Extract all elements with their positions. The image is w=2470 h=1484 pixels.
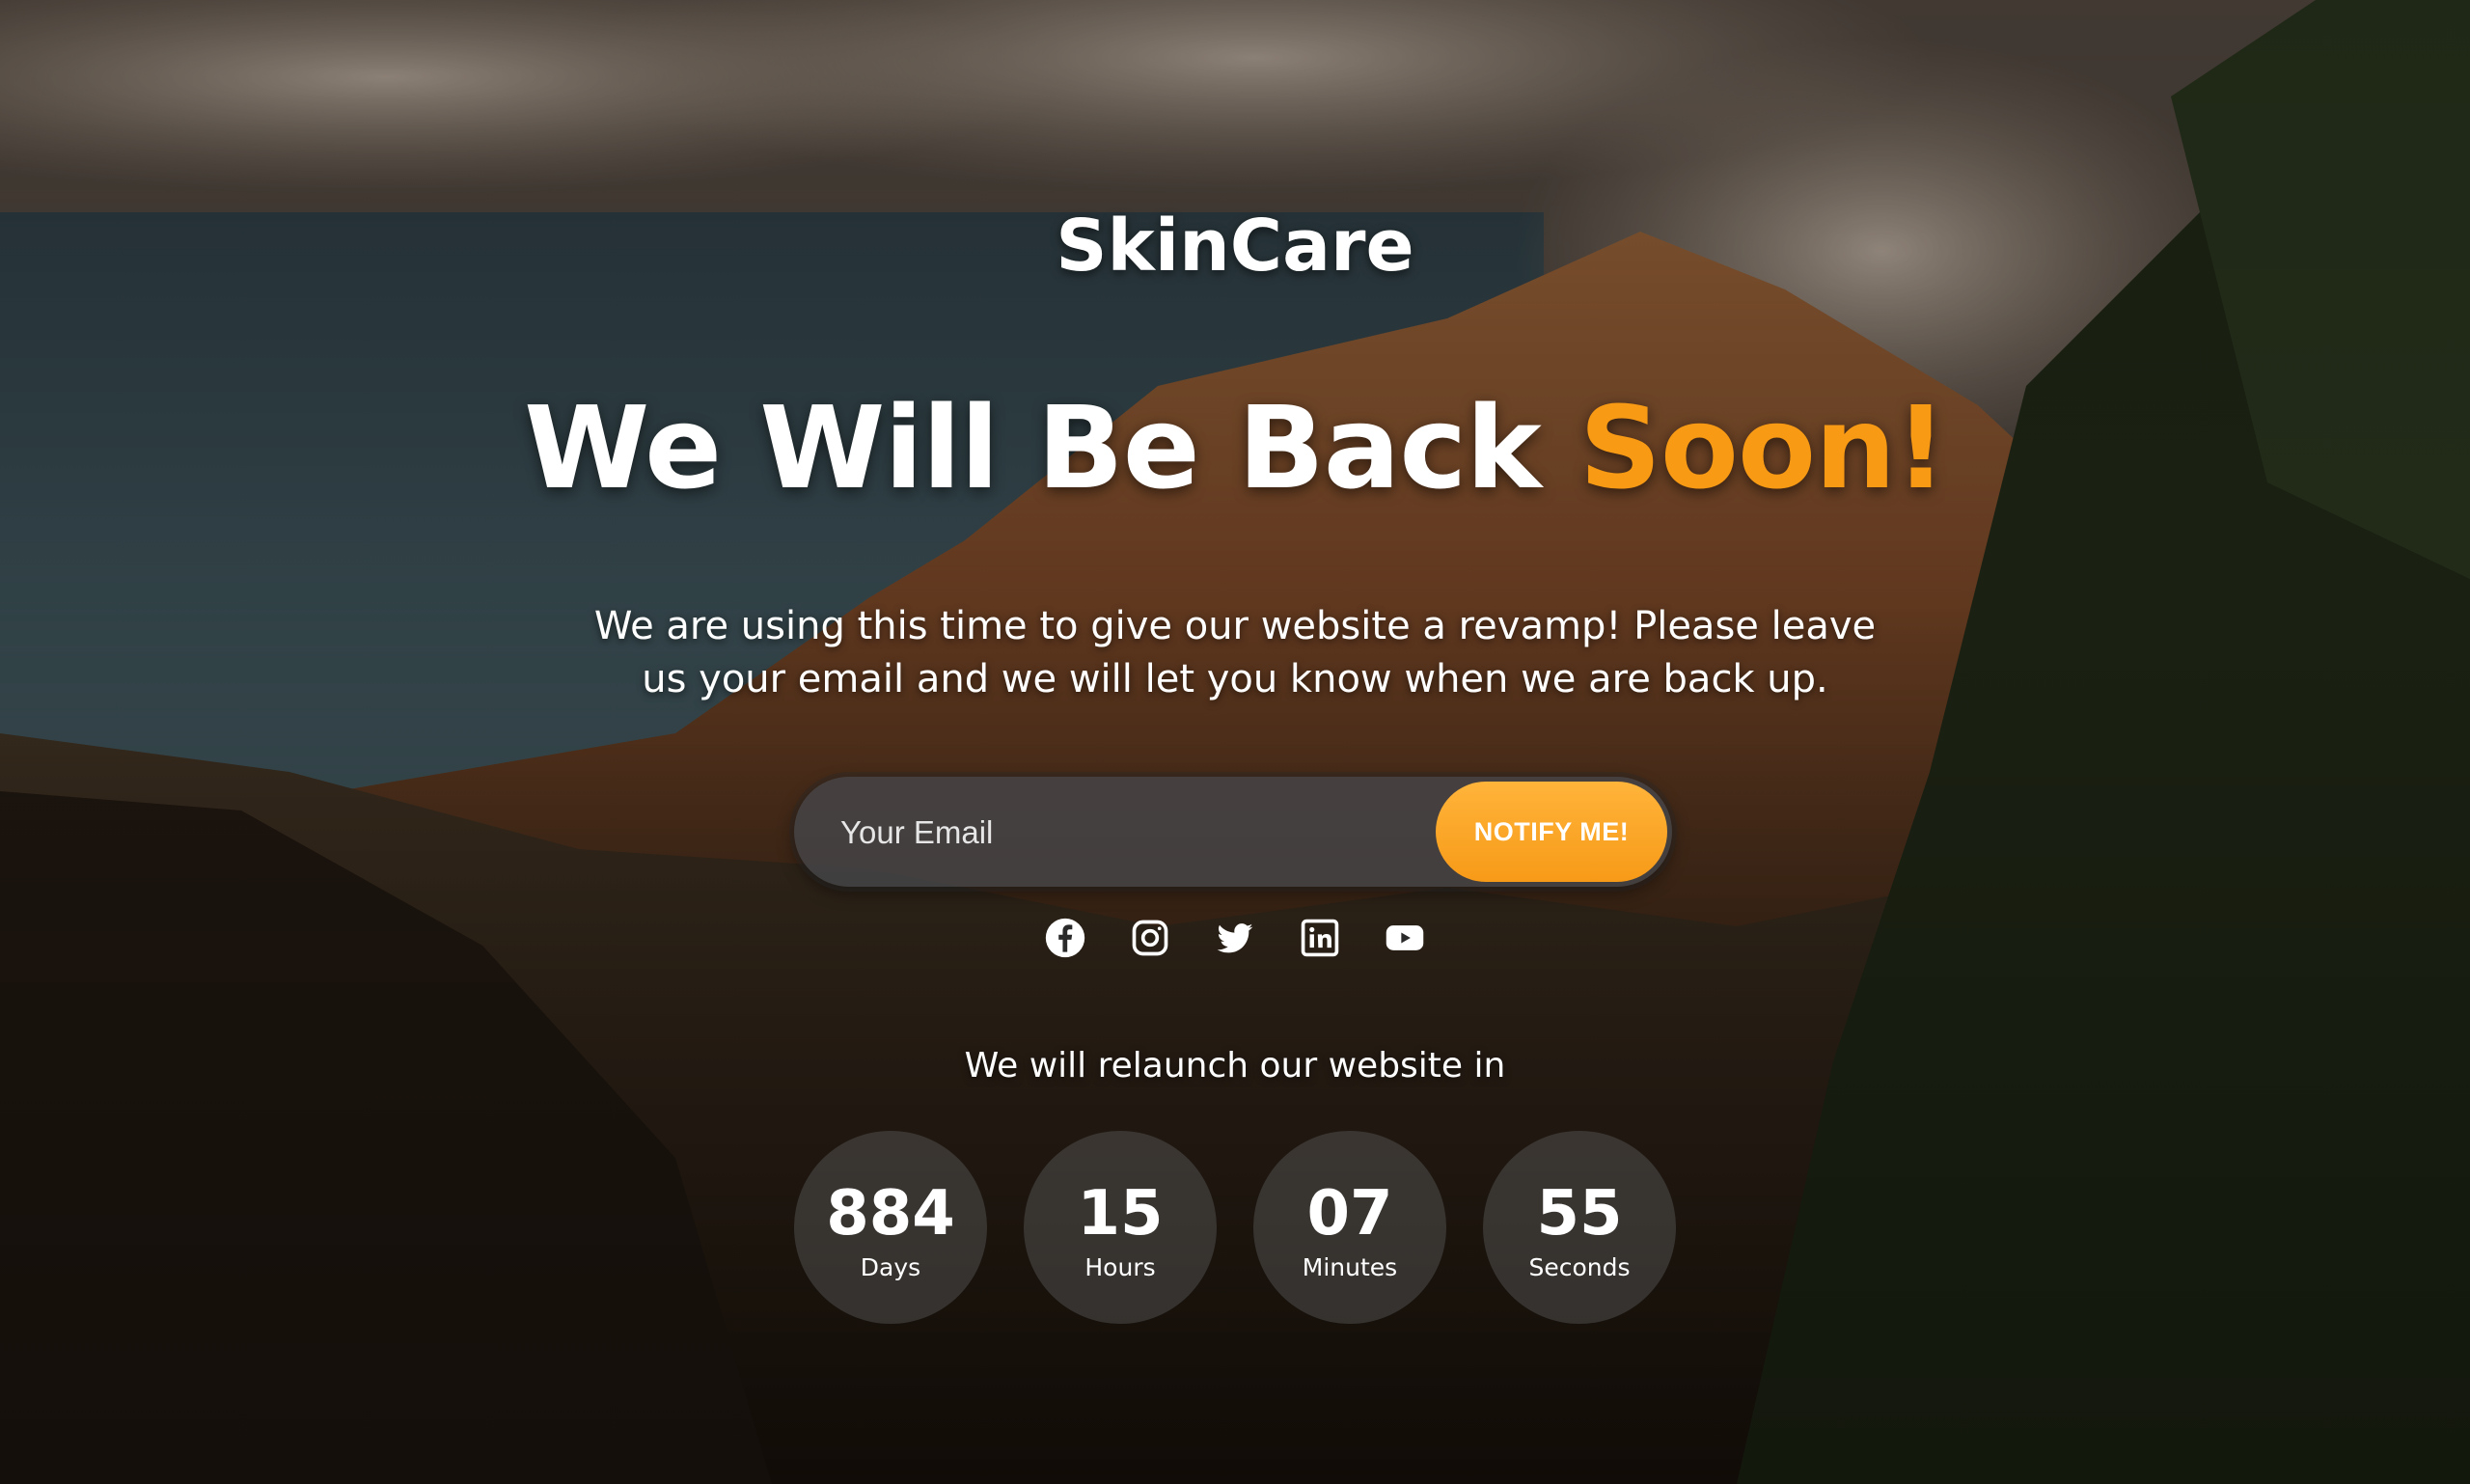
social-links xyxy=(0,917,2470,965)
instagram-icon[interactable] xyxy=(1129,917,1171,959)
countdown-seconds-label: Seconds xyxy=(1528,1252,1631,1281)
notify-button[interactable]: NOTIFY ME! xyxy=(1436,782,1667,882)
page-subtitle: We are using this time to give our websi… xyxy=(593,604,1877,701)
countdown-minutes-value: 07 xyxy=(1306,1177,1393,1250)
countdown-days: 884 Days xyxy=(794,1131,987,1324)
brand-logo: SkinCare xyxy=(1056,205,1414,288)
youtube-icon[interactable] xyxy=(1384,917,1426,959)
email-input[interactable] xyxy=(838,798,1248,867)
countdown-days-value: 884 xyxy=(826,1177,955,1250)
countdown-minutes-label: Minutes xyxy=(1302,1252,1398,1281)
relaunch-text: We will relaunch our website in xyxy=(964,1046,1506,1086)
twitter-icon[interactable] xyxy=(1214,917,1256,959)
countdown-timer: 884 Days 15 Hours 07 Minutes 55 Seconds xyxy=(0,1131,2470,1324)
countdown-seconds-value: 55 xyxy=(1536,1177,1623,1250)
countdown-hours: 15 Hours xyxy=(1024,1131,1217,1324)
headline-accent-text: Soon! xyxy=(1578,381,1947,514)
countdown-minutes: 07 Minutes xyxy=(1253,1131,1446,1324)
headline-main-text: We Will Be Back xyxy=(524,381,1579,514)
countdown-days-label: Days xyxy=(860,1252,921,1281)
linkedin-icon[interactable] xyxy=(1299,917,1341,959)
page: SkinCare We Will Be Back Soon! We are us… xyxy=(0,0,2470,1484)
countdown-hours-value: 15 xyxy=(1077,1177,1164,1250)
countdown-hours-label: Hours xyxy=(1084,1252,1156,1281)
notify-form: NOTIFY ME! xyxy=(794,777,1672,887)
page-title: We Will Be Back Soon! xyxy=(0,381,2470,514)
countdown-seconds: 55 Seconds xyxy=(1483,1131,1676,1324)
facebook-icon[interactable] xyxy=(1044,917,1086,959)
maintenance-content: SkinCare We Will Be Back Soon! We are us… xyxy=(0,0,2470,1484)
